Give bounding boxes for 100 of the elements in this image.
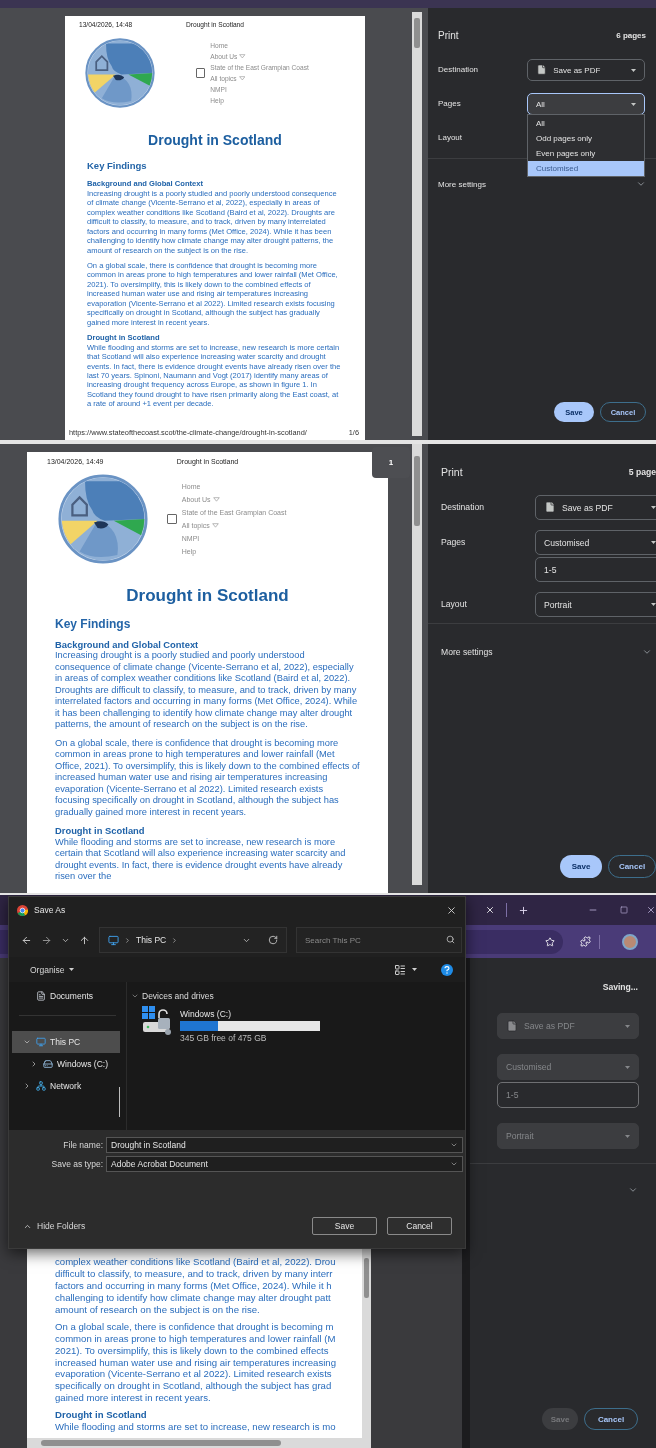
- refresh-icon[interactable]: [268, 935, 278, 945]
- field-label: File name:: [62, 1140, 103, 1150]
- search-field[interactable]: Search This PC: [296, 927, 462, 953]
- monitor-icon: [108, 934, 119, 946]
- caret-icon: [631, 102, 636, 106]
- chevron-down-icon: [628, 1185, 638, 1195]
- forward-icon[interactable]: [41, 934, 52, 946]
- setting-label: Pages: [441, 536, 467, 549]
- caret-icon: [238, 76, 246, 81]
- subheading: Drought in Scotland: [55, 825, 146, 837]
- page-count: 5 page: [628, 467, 656, 477]
- dropdown-option[interactable]: Even pages only: [528, 146, 644, 161]
- caret-icon: [625, 1024, 630, 1028]
- group-header[interactable]: Devices and drives: [131, 988, 465, 1003]
- caret-icon[interactable]: [412, 968, 417, 971]
- caret-icon: [651, 541, 656, 544]
- caret-icon: [625, 1065, 630, 1069]
- scrollbar[interactable]: [412, 12, 422, 436]
- dropdown-select[interactable]: Portrait: [535, 592, 656, 617]
- setting-label: Layout: [441, 598, 468, 611]
- paragraph: On a global scale, there is confidence that drought is becoming more common in areas prone to high temperatures and lower rainfall (Met Office, 2021). To oversimplify, this is likely down to the combined effects of increased human water use and rising air temperatures increasing evaporation (Vicente-Serrano et al 2022). Limited research exists focusing specifically on drought in Scotland, although the subject has gradually gained more interest in recent years.: [55, 737, 360, 819]
- help-icon[interactable]: [441, 963, 453, 976]
- scrollbar[interactable]: [412, 444, 422, 885]
- drive-name[interactable]: Windows (C:): [180, 1009, 320, 1019]
- address-field[interactable]: This PC: [99, 927, 287, 953]
- chevron-down-icon: [23, 1038, 31, 1046]
- document-icon: [36, 991, 46, 1001]
- back-icon[interactable]: [21, 934, 32, 946]
- destination-select[interactable]: Save as PDF: [535, 495, 656, 520]
- chevron-down-icon: [450, 1160, 458, 1168]
- cancel-button[interactable]: Cancel: [387, 1217, 452, 1235]
- caret-icon: [239, 53, 246, 59]
- drive-icon: [43, 1059, 53, 1069]
- destination-select[interactable]: Save as PDF: [527, 59, 645, 81]
- saving-status: Saving...: [602, 982, 638, 992]
- close-icon[interactable]: [446, 904, 457, 916]
- paragraph: On a global scale, there is confidence that drought is becoming m common in areas prone to high temperatures and lower rainfall (M 2021). To oversimplify, this is likely down to the combined effects increased human water use and rising air temperatures increasing evaporation (Vicente-Serrano et al 2022). Limited research exists specifically on drought in Scotland, although the subject has grad gained more interest in recent years.: [55, 1320, 338, 1405]
- storage-caption: 345 GB free of 475 GB: [180, 1033, 268, 1043]
- print-title: Print: [438, 29, 459, 41]
- setting-label: Destination: [441, 501, 485, 514]
- chevron-right-icon: [124, 936, 131, 944]
- page-range-field[interactable]: 1-5: [535, 557, 656, 582]
- chevron-right-icon: [23, 1082, 31, 1090]
- setting-label: Destination: [438, 64, 480, 76]
- page-count: 6 pages: [616, 30, 646, 40]
- chevron-down-icon: [450, 1141, 458, 1149]
- more-settings-toggle[interactable]: More settings: [441, 640, 656, 664]
- extension-icon[interactable]: [580, 936, 591, 947]
- menu-checkbox[interactable]: [167, 514, 177, 524]
- scrollbar[interactable]: [119, 1087, 120, 1117]
- caret-icon: [631, 68, 636, 72]
- tree-item[interactable]: Documents: [12, 985, 120, 1007]
- save-button[interactable]: Save: [560, 855, 602, 878]
- save-button[interactable]: Save: [312, 1217, 377, 1235]
- view-icon[interactable]: [394, 963, 406, 976]
- chevron-right-icon: [30, 1060, 38, 1068]
- dropdown-option[interactable]: Customised: [528, 161, 644, 176]
- scrollbar[interactable]: [27, 1438, 371, 1448]
- paragraph: While flooding and storms are set to increase, new research is mo: [55, 1421, 337, 1433]
- monitor-icon: [36, 1037, 46, 1047]
- close-tab-icon[interactable]: [485, 905, 495, 915]
- maximize-icon[interactable]: [620, 906, 628, 914]
- document-icon: [506, 1020, 519, 1032]
- caret-icon: [211, 523, 219, 528]
- dialog-title: Save As: [34, 905, 67, 915]
- new-tab-icon[interactable]: [517, 904, 529, 916]
- avatar[interactable]: [622, 933, 638, 950]
- paragraph: Increasing drought is a poorly studied and poorly understood consequence of climate change (Vicente-Serrano et al, 2022), especially in areas of complex weather conditions like Scotland (Baird et al, 2022). Droughts are difficult to classify, to measure, and to track, driven by many interrelated factors and occurring in many forms (Met Office, 2024). While it has been challenging to identify how climate change may alter drought patterns, the amount of research on the subject is on the rise.: [55, 650, 359, 731]
- caret-icon: [651, 506, 656, 509]
- drive-icon: [142, 1006, 174, 1036]
- paragraph: complex weather conditions like Scotland (Baird et al, 2022). Drou difficult to classify, to measure, and to track, driven by many interr factors and occurring in many forms (Met Office, 2024). While it h challenging to identify how climate change may alter drought patt amount of research on the subject is on the rise.: [55, 1256, 337, 1316]
- star-icon[interactable]: [545, 936, 555, 947]
- caret-icon: [212, 497, 220, 502]
- chevron-right-icon: [171, 936, 179, 944]
- section-heading: Key Findings: [55, 617, 132, 631]
- dropdown-select[interactable]: Customised: [535, 530, 656, 555]
- organise-button[interactable]: Organise: [27, 962, 77, 977]
- menu-checkbox[interactable]: [196, 68, 206, 78]
- up-icon[interactable]: [79, 934, 90, 946]
- tree-item[interactable]: Windows (C:): [12, 1053, 120, 1075]
- chevron-down-icon: [636, 179, 646, 189]
- document-icon: [536, 64, 548, 76]
- document-icon: [544, 501, 557, 514]
- subheading: Background and Global Context: [55, 638, 200, 651]
- caret-icon: [68, 968, 74, 971]
- file-type-select[interactable]: Adobe Acrobat Document: [106, 1156, 463, 1172]
- print-title: Print: [441, 466, 463, 478]
- chevron-down-icon: [642, 647, 652, 657]
- app-icon: [17, 904, 28, 916]
- dropdown-option[interactable]: All: [528, 116, 644, 131]
- file-name-field[interactable]: Drought in Scotland: [106, 1137, 463, 1153]
- tree-item[interactable]: This PC: [12, 1031, 120, 1053]
- hide-folders-button[interactable]: Hide Folders: [23, 1221, 86, 1231]
- dropdown-option[interactable]: Odd pages only: [528, 131, 644, 146]
- tree-item[interactable]: Network: [12, 1075, 120, 1097]
- close-icon[interactable]: [646, 905, 656, 915]
- paragraph: While flooding and storms are set to increase, new research is more certain that Scotland will also experience increasing water scarcity and drought events. In fact, there is evidence drought events have already risen over the: [55, 836, 347, 883]
- page-title: Drought in Scotland: [125, 586, 290, 606]
- breadcrumb-link[interactable]: This PC: [136, 935, 167, 945]
- search-icon: [446, 935, 455, 944]
